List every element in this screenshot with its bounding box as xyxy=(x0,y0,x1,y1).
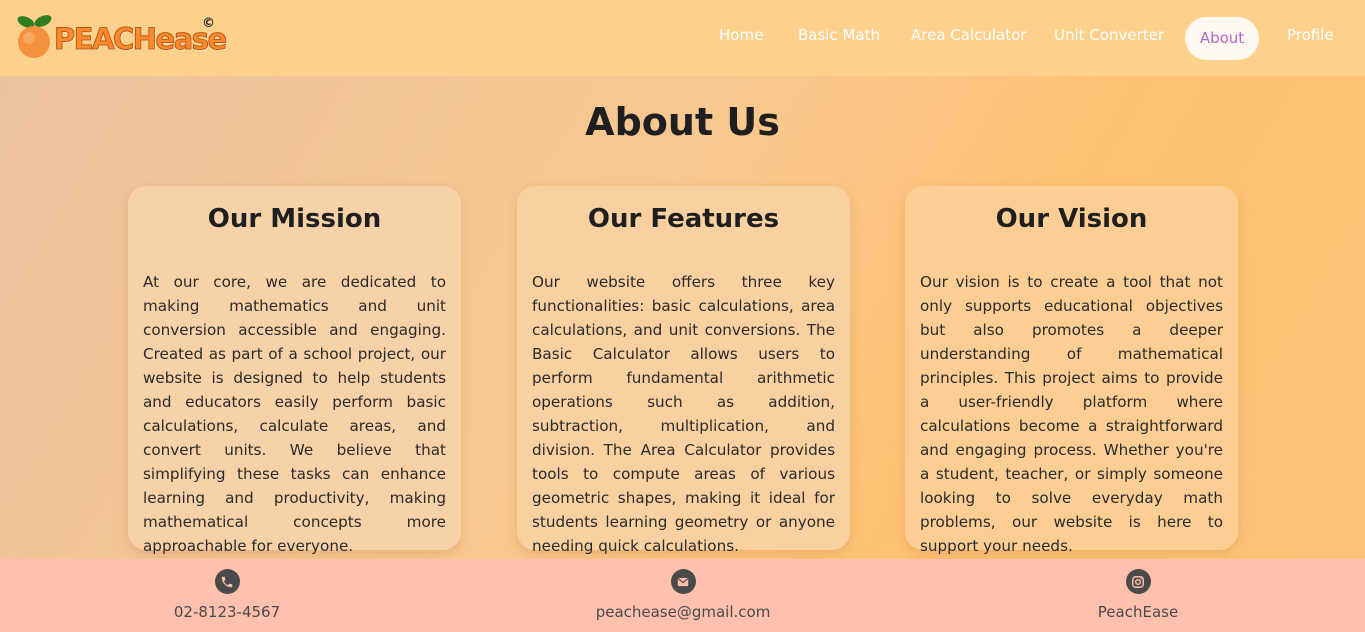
instagram-text: PeachEase xyxy=(1097,603,1179,621)
features-heading: Our Features xyxy=(587,204,780,234)
nav-unit-converter[interactable]: Unit Converter xyxy=(1054,26,1164,48)
nav-home[interactable]: Home xyxy=(719,26,763,48)
contact-email[interactable]: peachease@gmail.com xyxy=(553,569,813,621)
phone-icon xyxy=(214,569,240,594)
features-card: Our Features Our website offers three ke… xyxy=(517,186,850,555)
vision-card: Our Vision Our vision is to create a too… xyxy=(905,186,1238,555)
nav-basic-math[interactable]: Basic Math xyxy=(798,26,880,48)
contact-instagram[interactable]: PeachEase xyxy=(1008,569,1268,621)
email-text: peachease@gmail.com xyxy=(595,603,771,621)
mission-card: Our Mission At our core, we are dedicate… xyxy=(128,186,461,555)
mission-heading: Our Mission xyxy=(207,204,382,234)
nav-about[interactable]: About xyxy=(1185,17,1259,60)
instagram-icon xyxy=(1125,569,1151,594)
nav-profile[interactable]: Profile xyxy=(1287,26,1334,48)
vision-text: Our vision is to create a tool that not … xyxy=(920,273,1223,555)
mail-icon xyxy=(670,569,696,594)
logo-text: PEACHease xyxy=(54,22,228,57)
navbar: PEACHease © Home Basic Math Area Calcula… xyxy=(0,0,1365,76)
vision-heading: Our Vision xyxy=(995,204,1148,234)
logo[interactable]: PEACHease © xyxy=(16,14,228,62)
copyright-mark: © xyxy=(202,16,215,31)
features-text: Our website offers three key functionali… xyxy=(532,273,835,555)
contact-phone[interactable]: 02-8123-4567 xyxy=(97,569,357,621)
footer: 02-8123-4567 peachease@gmail.com PeachEa… xyxy=(0,559,1365,632)
peach-icon xyxy=(17,15,52,58)
mission-text: At our core, we are dedicated to making … xyxy=(143,273,446,555)
phone-text: 02-8123-4567 xyxy=(173,603,281,621)
nav-area-calculator[interactable]: Area Calculator xyxy=(911,26,1026,48)
page-title: About Us xyxy=(585,100,780,144)
